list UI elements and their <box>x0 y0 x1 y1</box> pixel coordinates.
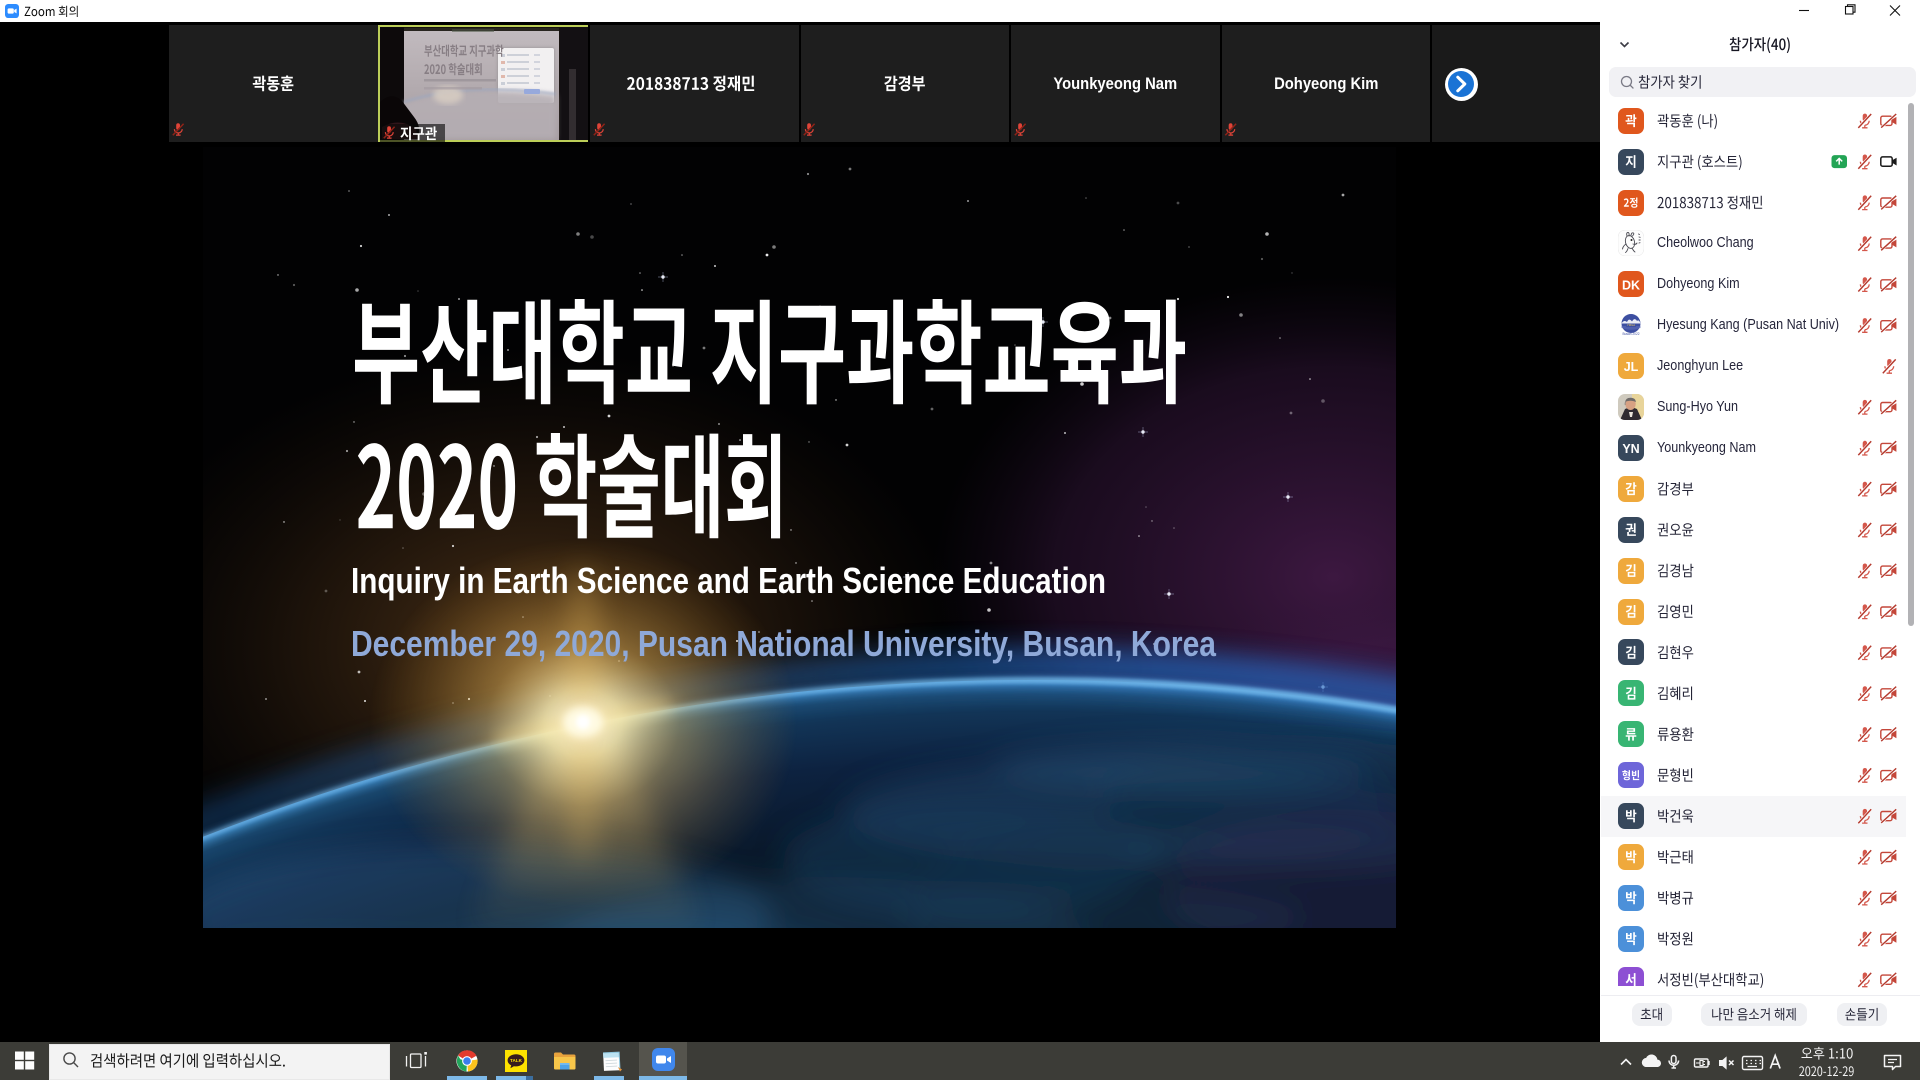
svg-text:YMGA: YMGA <box>1627 323 1635 327</box>
svg-text:TALK: TALK <box>510 1058 523 1063</box>
svg-text:Busan 2022: Busan 2022 <box>1622 332 1639 336</box>
